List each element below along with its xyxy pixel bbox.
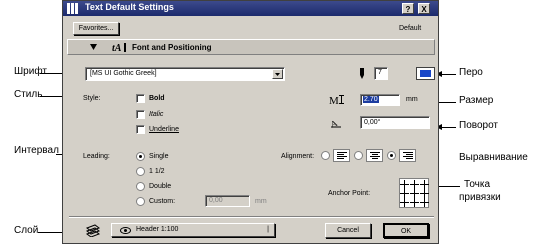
chevron-down-icon bbox=[275, 73, 280, 76]
leading-custom-field[interactable]: 0,00 bbox=[205, 195, 250, 207]
alignment-label: Alignment: bbox=[281, 153, 315, 160]
text-tool-icon: tA bbox=[112, 43, 126, 53]
window-title: Text Default Settings bbox=[85, 2, 174, 12]
align-center-icon[interactable] bbox=[366, 149, 383, 162]
layer-dropdown[interactable]: Header 1:100 | bbox=[111, 223, 275, 237]
annotation-anchor-line2: привязки bbox=[459, 192, 501, 203]
leading-single-radio[interactable] bbox=[136, 152, 145, 161]
collapse-triangle-icon[interactable] bbox=[90, 44, 97, 50]
align-right-radio[interactable] bbox=[387, 151, 396, 160]
leading-one-and-half-radio[interactable] bbox=[136, 167, 145, 176]
annotation-layer: Слой bbox=[14, 225, 39, 236]
style-label: Style: bbox=[83, 95, 101, 102]
pen-color-button[interactable] bbox=[416, 67, 435, 80]
leading-custom-label: Custom: bbox=[149, 198, 176, 205]
leading-one-and-half-label: 1 1/2 bbox=[149, 168, 165, 175]
section-header[interactable]: tA Font and Positioning bbox=[67, 39, 435, 55]
leading-double-label: Double bbox=[149, 183, 172, 190]
annotation-style: Стиль bbox=[14, 89, 43, 100]
favorites-button[interactable]: Favorites... bbox=[73, 22, 119, 35]
section-title: Font and Positioning bbox=[132, 43, 212, 52]
text-size-icon: M bbox=[329, 95, 344, 105]
default-label: Default bbox=[399, 25, 422, 32]
pen-icon bbox=[360, 68, 364, 79]
close-button[interactable]: X bbox=[418, 3, 430, 14]
annotation-anchor-line1: Точка bbox=[464, 179, 491, 190]
size-value: 2.70 bbox=[363, 96, 379, 103]
anchor-point-label: Anchor Point: bbox=[328, 190, 371, 197]
annotation-alignment: Выравнивание bbox=[459, 152, 528, 163]
leading-label: Leading: bbox=[83, 153, 110, 160]
font-dropdown[interactable]: [MS UI Gothic Greek] bbox=[85, 67, 285, 81]
annotation-rotation: Поворот bbox=[459, 120, 498, 131]
rotation-icon: A bbox=[329, 118, 341, 128]
align-right-icon[interactable] bbox=[399, 149, 416, 162]
rotation-field[interactable]: 0,00° bbox=[360, 116, 430, 129]
underline-checkbox[interactable] bbox=[136, 125, 145, 134]
leading-custom-unit: mm bbox=[255, 198, 267, 205]
annotation-size: Размер bbox=[459, 95, 494, 106]
annotation-font-line bbox=[40, 73, 64, 74]
align-center-radio[interactable] bbox=[354, 151, 363, 160]
italic-label: Italic bbox=[149, 111, 164, 118]
align-left-radio[interactable] bbox=[321, 151, 330, 160]
font-dropdown-arrow[interactable] bbox=[272, 69, 283, 79]
help-button[interactable]: ? bbox=[402, 3, 414, 14]
size-unit: mm bbox=[406, 96, 418, 103]
bold-checkbox[interactable] bbox=[136, 94, 145, 103]
annotation-rotation-line bbox=[440, 127, 456, 128]
cancel-button[interactable]: Cancel bbox=[325, 223, 371, 238]
size-field[interactable]: 2.70 bbox=[360, 94, 400, 106]
svg-text:M: M bbox=[329, 95, 339, 105]
ok-button[interactable]: OK bbox=[383, 223, 429, 238]
layer-dropdown-marker: | bbox=[267, 226, 269, 233]
pen-number-field[interactable]: 7 bbox=[374, 67, 388, 80]
eye-icon bbox=[120, 227, 131, 234]
font-value: [MS UI Gothic Greek] bbox=[90, 70, 157, 77]
annotation-font: Шрифт bbox=[14, 66, 47, 77]
bottom-separator bbox=[69, 216, 434, 218]
anchor-point-grid[interactable] bbox=[399, 178, 429, 208]
annotation-pen: Перо bbox=[459, 67, 483, 78]
layer-icon bbox=[85, 224, 101, 237]
annotation-pen-line bbox=[440, 74, 456, 75]
app-icon bbox=[67, 3, 78, 14]
layer-value: Header 1:100 bbox=[136, 226, 179, 233]
leading-single-label: Single bbox=[149, 153, 169, 160]
annotation-leading: Интервал bbox=[14, 145, 59, 156]
bold-label: Bold bbox=[149, 95, 165, 102]
text-default-settings-dialog: Text Default Settings ? X Favorites... D… bbox=[62, 0, 439, 244]
leading-double-radio[interactable] bbox=[136, 182, 145, 191]
svg-text:tA: tA bbox=[112, 43, 122, 53]
leading-custom-radio[interactable] bbox=[136, 197, 145, 206]
italic-checkbox[interactable] bbox=[136, 110, 145, 119]
title-bar: Text Default Settings ? X bbox=[63, 1, 438, 16]
svg-text:A: A bbox=[329, 118, 339, 128]
align-left-icon[interactable] bbox=[333, 149, 350, 162]
pen-color-swatch bbox=[420, 70, 431, 77]
underline-label: Underline bbox=[149, 126, 179, 133]
